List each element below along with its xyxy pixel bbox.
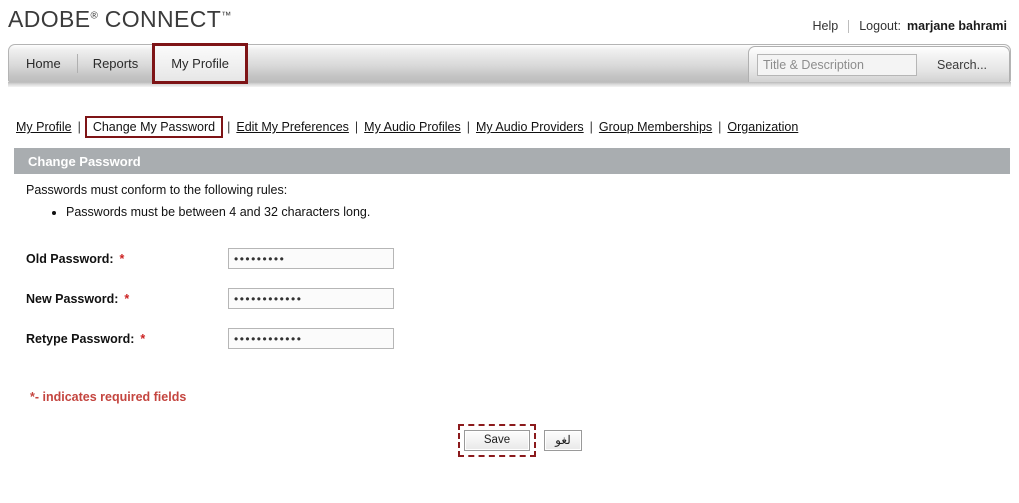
profile-subnav: My Profile | Change My Password | Edit M… bbox=[16, 116, 798, 138]
tab-home-label: Home bbox=[26, 56, 61, 71]
tab-my-profile-label: My Profile bbox=[171, 56, 230, 71]
help-link[interactable]: Help bbox=[813, 19, 849, 33]
tab-reports-label: Reports bbox=[92, 56, 139, 71]
retype-password-label: Retype Password: * bbox=[26, 332, 145, 346]
required-fields-note: *- indicates required fields bbox=[30, 390, 187, 404]
form-row-retype-password: Retype Password: * bbox=[26, 328, 526, 368]
subnav-separator: | bbox=[77, 120, 81, 134]
adobe-connect-logo: ADOBE® CONNECT™ bbox=[8, 6, 231, 33]
new-password-input[interactable] bbox=[228, 288, 394, 309]
tab-my-profile[interactable]: My Profile bbox=[152, 43, 249, 84]
cancel-button[interactable]: لغو bbox=[544, 430, 582, 451]
form-row-new-password: New Password: * bbox=[26, 288, 526, 328]
subnav-separator: | bbox=[466, 120, 470, 134]
new-password-label: New Password: * bbox=[26, 292, 129, 306]
logo-connect-text: CONNECT bbox=[104, 6, 222, 32]
required-star-icon: * bbox=[119, 252, 125, 266]
page-title: Change Password bbox=[28, 153, 141, 169]
subnav-item-group-memberships[interactable]: Group Memberships bbox=[599, 120, 712, 134]
tabstrip-shadow bbox=[8, 82, 1011, 87]
required-star-icon: * bbox=[124, 292, 130, 306]
subnav-item-change-my-password[interactable]: Change My Password bbox=[84, 116, 224, 138]
save-button[interactable]: Save bbox=[464, 430, 530, 451]
subnav-separator: | bbox=[589, 120, 593, 134]
retype-password-input[interactable] bbox=[228, 328, 394, 349]
retype-password-label-text: Retype Password: bbox=[26, 332, 135, 346]
adobe-connect-page: ADOBE® CONNECT™ Help Logout: marjane bah… bbox=[0, 0, 1019, 503]
subnav-separator: | bbox=[227, 120, 231, 134]
subnav-item-my-audio-providers[interactable]: My Audio Providers bbox=[476, 120, 584, 134]
masthead: ADOBE® CONNECT™ Help Logout: marjane bah… bbox=[0, 0, 1019, 44]
new-password-label-text: New Password: bbox=[26, 292, 119, 306]
tab-home[interactable]: Home bbox=[10, 45, 77, 82]
save-button-highlight: Save bbox=[458, 424, 536, 457]
old-password-input[interactable] bbox=[228, 248, 394, 269]
search-panel: Search... bbox=[748, 46, 1010, 82]
search-input[interactable] bbox=[757, 53, 917, 76]
subnav-item-organization[interactable]: Organization bbox=[727, 120, 798, 134]
account-bar: Help Logout: marjane bahrami bbox=[813, 19, 1007, 33]
tab-list: Home Reports My Profile bbox=[10, 43, 249, 84]
subnav-item-edit-my-preferences[interactable]: Edit My Preferences bbox=[236, 120, 349, 134]
registered-icon: ® bbox=[90, 10, 98, 22]
change-password-form: Old Password: * New Password: * Retype Pas… bbox=[26, 248, 526, 368]
logout-link[interactable]: Logout: bbox=[859, 19, 907, 33]
rules-list: Passwords must be between 4 and 32 chara… bbox=[26, 205, 986, 219]
form-row-old-password: Old Password: * bbox=[26, 248, 526, 288]
tab-reports[interactable]: Reports bbox=[76, 45, 155, 82]
subnav-separator: | bbox=[718, 120, 722, 134]
divider bbox=[848, 19, 850, 33]
required-star-icon: * bbox=[140, 332, 146, 346]
current-user-name: marjane bahrami bbox=[906, 19, 1007, 33]
form-button-row: Save لغو bbox=[458, 424, 582, 457]
list-item: Passwords must be between 4 and 32 chara… bbox=[66, 205, 986, 219]
main-tabstrip: Home Reports My Profile Search... bbox=[0, 43, 1019, 87]
subnav-separator: | bbox=[354, 120, 359, 134]
old-password-label-text: Old Password: bbox=[26, 252, 114, 266]
subnav-item-my-profile[interactable]: My Profile bbox=[16, 120, 72, 134]
rules-intro-text: Passwords must conform to the following … bbox=[26, 183, 288, 197]
search-button[interactable]: Search... bbox=[917, 58, 1001, 72]
logo-adobe-text: ADOBE bbox=[8, 6, 91, 32]
password-rules-block: Passwords must conform to the following … bbox=[26, 183, 986, 219]
trademark-icon: ™ bbox=[221, 10, 232, 22]
section-header-bar: Change Password bbox=[14, 148, 1010, 174]
subnav-item-change-my-password-label: Change My Password bbox=[92, 120, 216, 134]
subnav-item-my-audio-profiles[interactable]: My Audio Profiles bbox=[364, 120, 461, 134]
old-password-label: Old Password: * bbox=[26, 252, 124, 266]
